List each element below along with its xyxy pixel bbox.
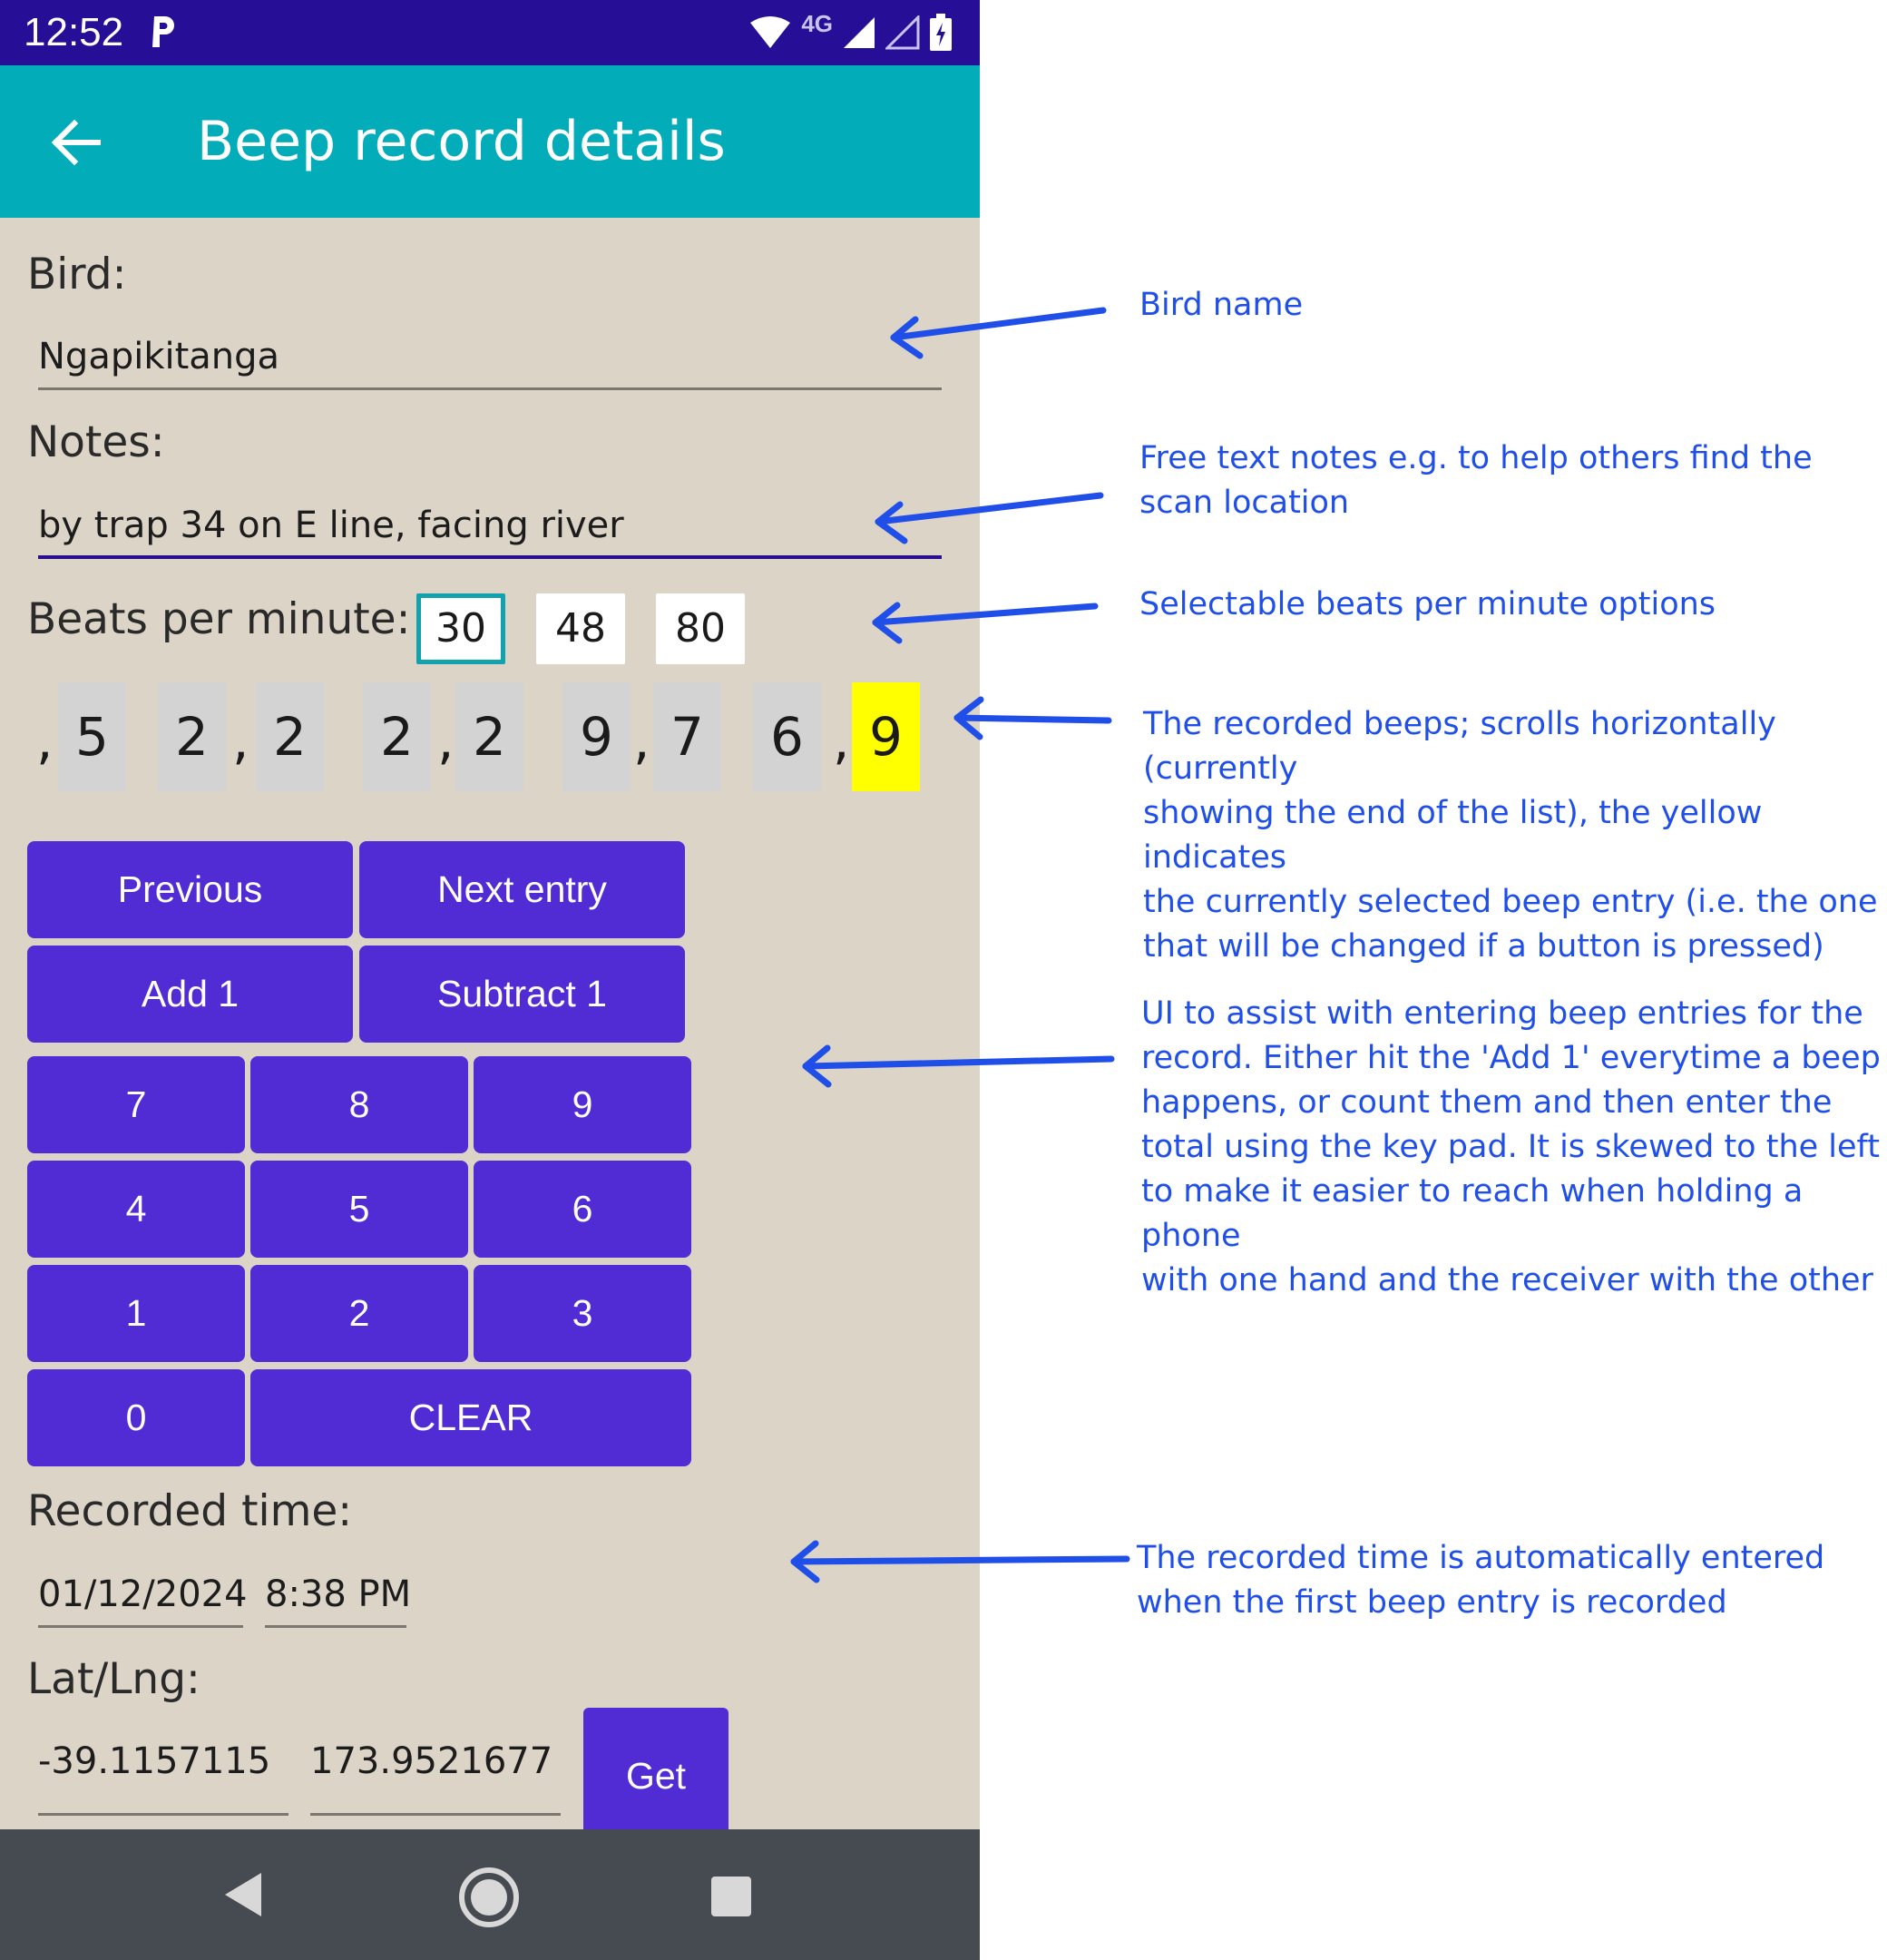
recorded-beeps-strip[interactable]: , 5 2 , 2 2 , 2 9 , 7 6 , 9 xyxy=(27,682,934,791)
annotation-line: record. Either hit the 'Add 1' everytime… xyxy=(1141,1040,1881,1076)
annotation-line: that will be changed if a button is pres… xyxy=(1143,928,1824,965)
navigation-bar xyxy=(0,1829,980,1960)
annotation-line: when the first beep entry is recorded xyxy=(1137,1584,1727,1621)
bpm-option-30[interactable]: 30 xyxy=(416,593,505,664)
nav-recents-icon[interactable] xyxy=(709,1875,753,1918)
annotation-line: The recorded time is automatically enter… xyxy=(1137,1540,1825,1576)
recorded-time-label: Recorded time: xyxy=(27,1486,353,1536)
previous-button[interactable]: Previous xyxy=(27,841,353,938)
keypad-8-button[interactable]: 8 xyxy=(250,1056,468,1153)
latitude-input[interactable]: -39.1157115 xyxy=(38,1740,270,1782)
subtract-1-button[interactable]: Subtract 1 xyxy=(359,946,685,1043)
keypad-2-button[interactable]: 2 xyxy=(250,1265,468,1362)
status-bar: 12:52 4G xyxy=(0,0,980,65)
keypad-5-button[interactable]: 5 xyxy=(250,1161,468,1258)
recorded-time-input[interactable]: 8:38 PM xyxy=(265,1573,411,1615)
battery-charging-icon xyxy=(930,14,952,51)
beep-entry[interactable]: 5 xyxy=(58,682,126,791)
keypad-1-button[interactable]: 1 xyxy=(27,1265,245,1362)
bpm-label: Beats per minute: xyxy=(27,594,411,644)
annotation-ui: UI to assist with entering beep entries … xyxy=(1141,992,1887,1303)
bpm-option-80[interactable]: 80 xyxy=(656,593,745,664)
longitude-underline xyxy=(310,1813,561,1816)
beep-entry[interactable]: 9 xyxy=(562,682,631,791)
nav-back-icon[interactable] xyxy=(221,1871,265,1918)
beep-entry-selected[interactable]: 9 xyxy=(852,682,920,791)
cell-signal-icon xyxy=(844,17,875,48)
add-1-button[interactable]: Add 1 xyxy=(27,946,353,1043)
beep-entry[interactable]: 2 xyxy=(256,682,324,791)
date-underline xyxy=(38,1625,243,1628)
keypad-0-button[interactable]: 0 xyxy=(27,1369,245,1466)
status-time: 12:52 xyxy=(24,10,124,54)
annotation-bpm: Selectable beats per minute options xyxy=(1139,586,1716,622)
annotation-line: happens, or count them and then enter th… xyxy=(1141,1084,1833,1121)
beep-separator: , xyxy=(437,710,455,771)
page-title: Beep record details xyxy=(197,110,726,173)
next-entry-button[interactable]: Next entry xyxy=(359,841,685,938)
bpm-option-48[interactable]: 48 xyxy=(536,593,625,664)
arrow-icon xyxy=(953,696,1112,740)
annotation-line: The recorded beeps; scrolls horizontally… xyxy=(1143,706,1776,787)
notes-input-underline xyxy=(38,555,942,559)
beep-entry[interactable]: 2 xyxy=(455,682,523,791)
back-arrow-icon[interactable] xyxy=(45,111,109,174)
latitude-underline xyxy=(38,1813,288,1816)
longitude-input[interactable]: 173.9521677 xyxy=(310,1740,552,1782)
beep-entry[interactable]: 2 xyxy=(158,682,226,791)
beep-entry[interactable]: 6 xyxy=(753,682,821,791)
bird-input-underline xyxy=(38,387,942,390)
phone-screen: 12:52 4G Beep record details Bird: Ngapi… xyxy=(0,0,980,1960)
latlng-label: Lat/Lng: xyxy=(27,1654,200,1704)
annotation-line: showing the end of the list), the yellow… xyxy=(1143,795,1763,876)
annotation-line: total using the key pad. It is skewed to… xyxy=(1141,1129,1880,1165)
keypad-3-button[interactable]: 3 xyxy=(474,1265,691,1362)
wifi-icon xyxy=(750,16,791,48)
nav-home-icon[interactable] xyxy=(457,1866,521,1929)
beep-separator: , xyxy=(36,710,54,771)
annotation-bird-name: Bird name xyxy=(1139,287,1304,323)
keypad-6-button[interactable]: 6 xyxy=(474,1161,691,1258)
annotation-line: the currently selected beep entry (i.e. … xyxy=(1143,884,1878,920)
cell-signal-2-icon xyxy=(885,15,920,50)
beep-entry[interactable]: 7 xyxy=(653,682,721,791)
bird-name-input[interactable]: Ngapikitanga xyxy=(38,336,279,377)
keypad-4-button[interactable]: 4 xyxy=(27,1161,245,1258)
annotation-time: The recorded time is automatically enter… xyxy=(1137,1536,1824,1625)
parking-app-icon xyxy=(152,16,174,47)
notes-label: Notes: xyxy=(27,417,165,467)
annotation-beeps: The recorded beeps; scrolls horizontally… xyxy=(1143,702,1887,969)
beep-entry[interactable]: 2 xyxy=(363,682,431,791)
annotation-line: with one hand and the receiver with the … xyxy=(1141,1262,1873,1298)
app-bar: Beep record details xyxy=(0,65,980,218)
annotation-line: to make it easier to reach when holding … xyxy=(1141,1173,1804,1254)
time-underline xyxy=(265,1625,406,1628)
annotation-line: scan location xyxy=(1139,485,1350,521)
keypad-7-button[interactable]: 7 xyxy=(27,1056,245,1153)
keypad-9-button[interactable]: 9 xyxy=(474,1056,691,1153)
network-type-label: 4G xyxy=(801,9,833,37)
annotation-line: UI to assist with entering beep entries … xyxy=(1141,995,1863,1032)
clear-button[interactable]: CLEAR xyxy=(250,1369,691,1466)
annotation-line: Free text notes e.g. to help others find… xyxy=(1139,440,1813,476)
get-location-button[interactable]: Get xyxy=(583,1708,728,1844)
beep-separator: , xyxy=(833,710,850,771)
notes-input[interactable]: by trap 34 on E line, facing river xyxy=(38,505,624,546)
beep-separator: , xyxy=(633,710,650,771)
status-icons: 4G xyxy=(748,9,953,54)
beep-separator: , xyxy=(232,710,249,771)
annotation-notes: Free text notes e.g. to help others find… xyxy=(1139,436,1813,525)
recorded-date-input[interactable]: 01/12/2024 xyxy=(38,1573,248,1615)
bird-label: Bird: xyxy=(27,250,127,299)
